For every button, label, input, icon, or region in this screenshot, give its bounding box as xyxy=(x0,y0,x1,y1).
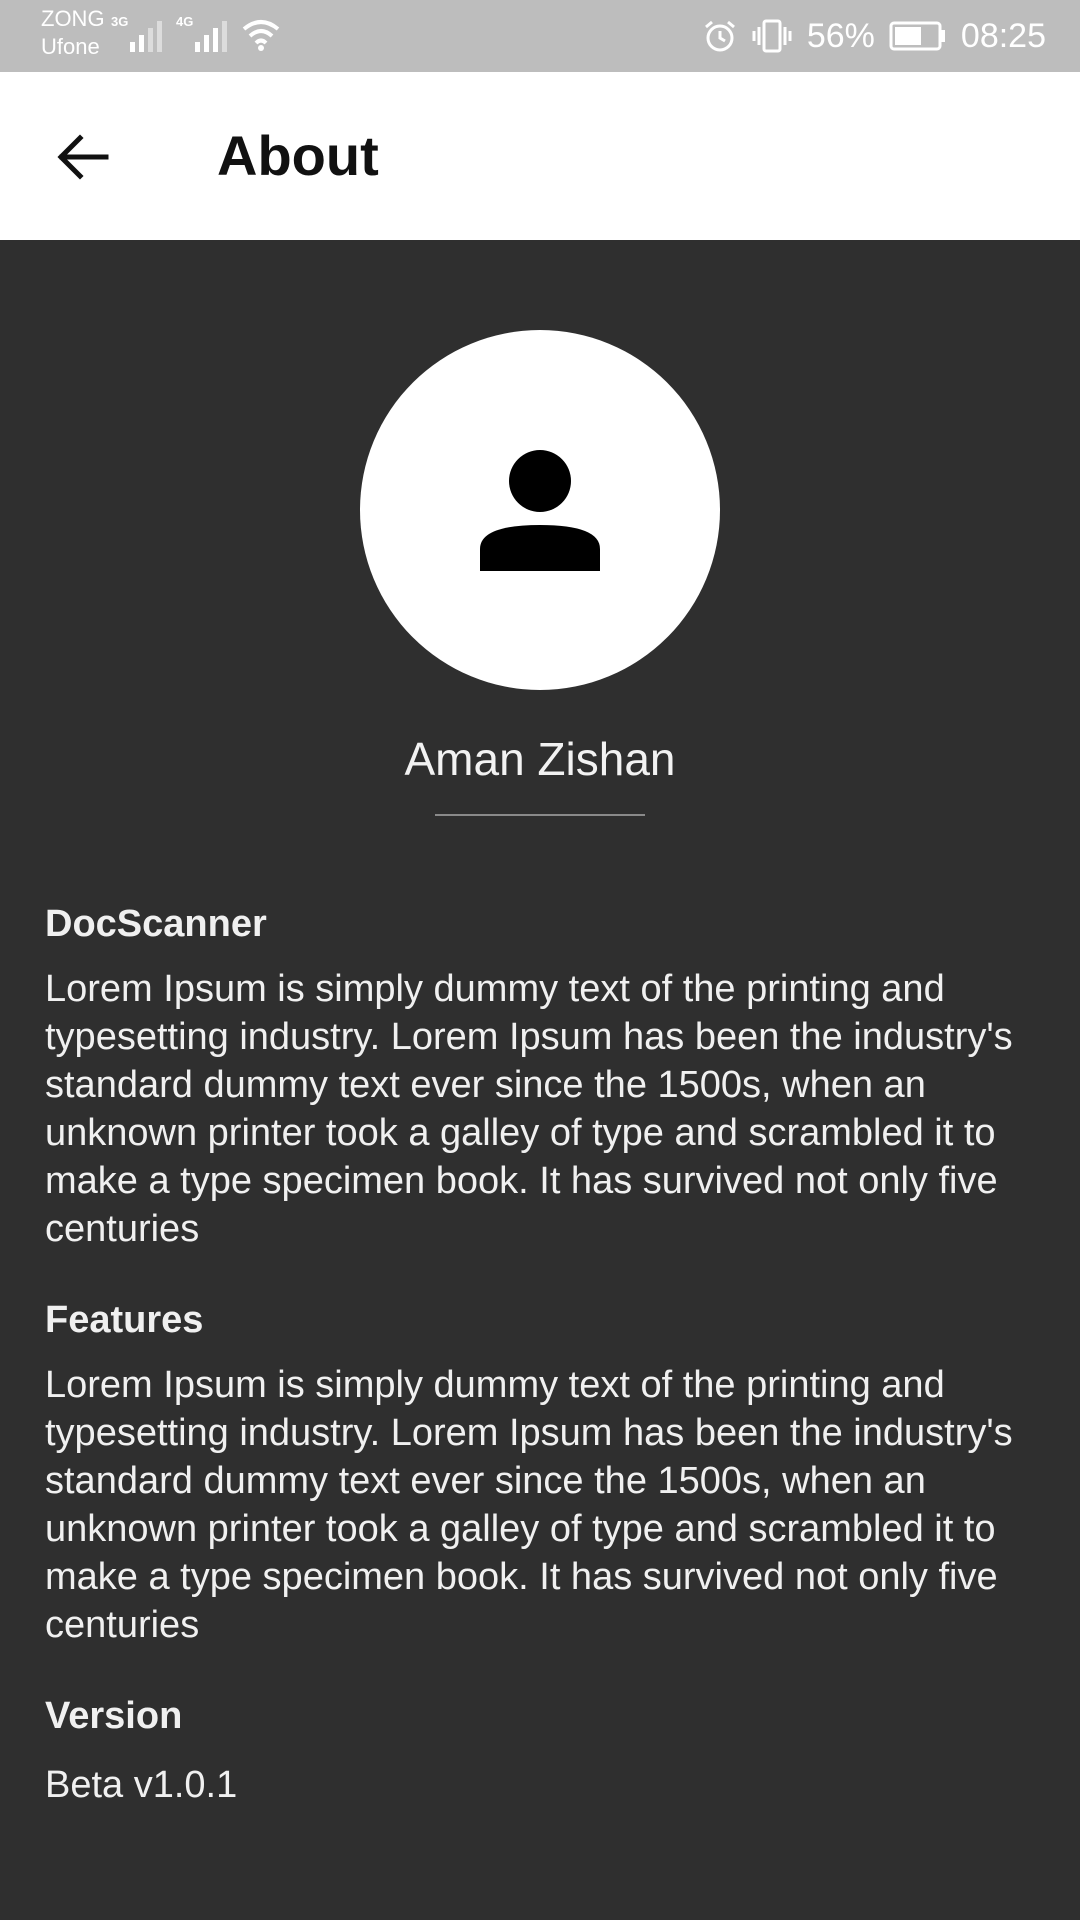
app-description: Lorem Ipsum is simply dummy text of the … xyxy=(45,968,1013,1250)
network-type-2: 4G xyxy=(176,14,194,29)
network-type-1: 3G xyxy=(111,14,129,29)
alarm-icon xyxy=(704,20,735,52)
signal-icon xyxy=(195,14,228,52)
battery-icon xyxy=(889,21,945,51)
signal-group-1: 3G xyxy=(111,14,163,52)
version-value: Beta v1.0.1 xyxy=(45,1764,238,1806)
name-divider xyxy=(435,814,645,816)
signal-group-2: 4G xyxy=(176,14,228,52)
status-bar: ZONG Ufone 3G 4G 56% 08:25 xyxy=(0,0,1080,72)
vibrate-icon xyxy=(752,19,792,53)
features-section: Features Lorem Ipsum is simply dummy tex… xyxy=(45,1301,1045,1649)
avatar xyxy=(360,330,720,690)
version-heading: Version xyxy=(45,1695,183,1737)
app-section: DocScanner Lorem Ipsum is simply dummy t… xyxy=(45,905,1045,1253)
carrier-info: ZONG Ufone xyxy=(41,8,105,58)
carrier-primary: ZONG xyxy=(41,6,105,31)
features-heading: Features xyxy=(45,1299,204,1341)
app-name-heading: DocScanner xyxy=(45,903,267,945)
person-icon xyxy=(480,450,600,571)
wifi-icon xyxy=(242,20,280,51)
status-right: 56% 08:25 xyxy=(703,0,1046,72)
user-name: Aman Zishan xyxy=(404,733,676,785)
signal-icon xyxy=(130,14,163,52)
back-button[interactable] xyxy=(48,122,118,192)
battery-percent: 56% xyxy=(806,16,875,55)
version-section: Version Beta v1.0.1 xyxy=(45,1697,1045,1809)
carrier-secondary: Ufone xyxy=(41,34,100,59)
clock: 08:25 xyxy=(960,16,1046,55)
arrow-back-icon xyxy=(57,134,109,180)
features-description: Lorem Ipsum is simply dummy text of the … xyxy=(45,1364,1013,1646)
app-bar: About xyxy=(0,72,1080,240)
page-title: About xyxy=(217,124,379,187)
